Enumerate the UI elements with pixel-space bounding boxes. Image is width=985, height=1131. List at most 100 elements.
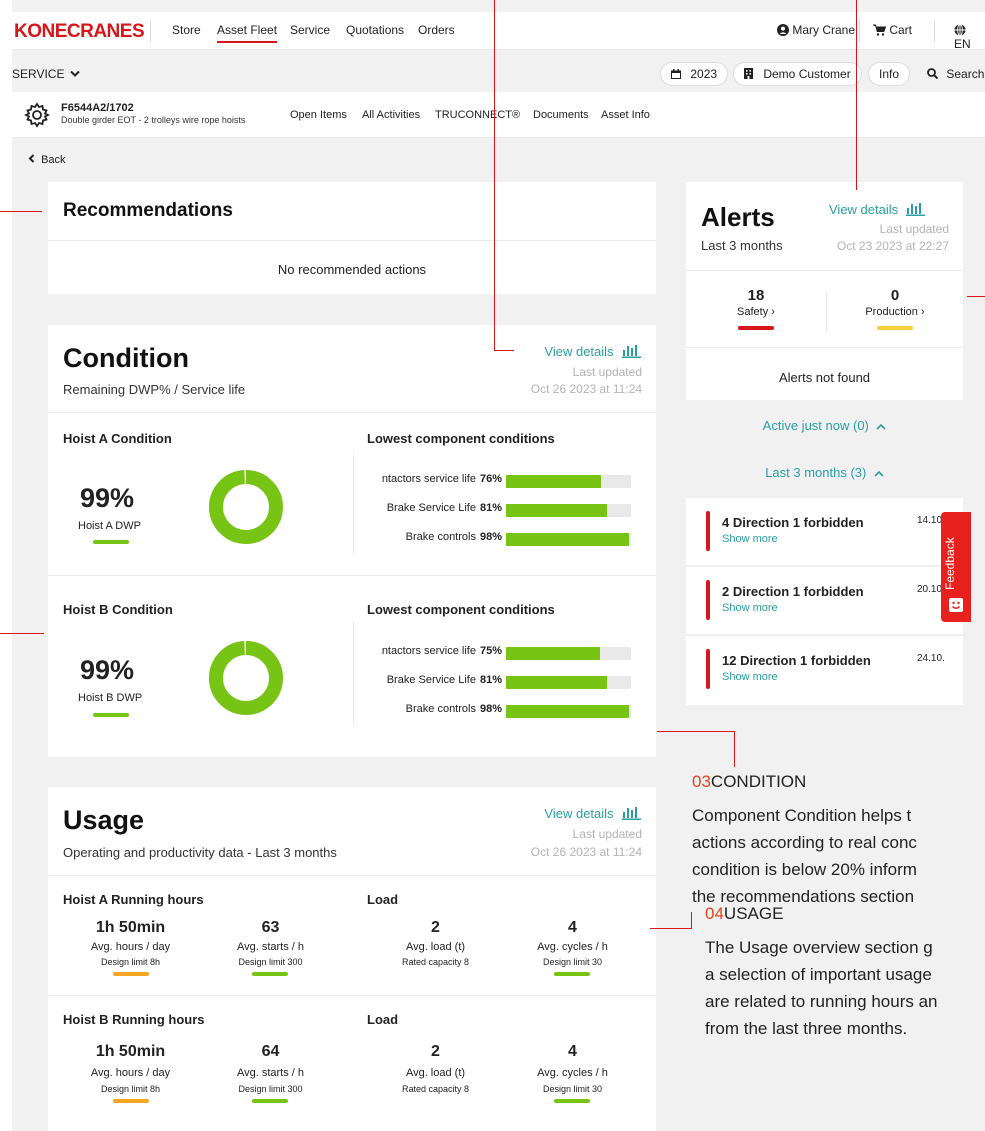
feedback-label: Feedback <box>943 537 957 590</box>
donut-value-arc <box>209 641 283 715</box>
component-value: 81% <box>479 674 502 686</box>
feedback-tab[interactable]: Feedback <box>941 512 971 622</box>
alert-show-more[interactable]: Show more <box>722 671 778 683</box>
info-button[interactable]: Info <box>868 62 911 86</box>
annotation-condition-line: condition is below 20% inform <box>692 860 917 879</box>
component-bar-track <box>506 504 631 517</box>
tab-truconnect[interactable]: TRUCONNECT® <box>435 109 520 121</box>
component-bar-fill <box>506 647 600 660</box>
service-bar: SERVICE 2023 Demo Customer Info Search <box>12 57 985 91</box>
alert-title: 12 Direction 1 forbidden <box>722 653 871 668</box>
annotation-usage-line: a selection of important usage <box>705 965 932 984</box>
component-bar-fill <box>506 705 629 718</box>
tab-all-activities[interactable]: All Activities <box>362 109 420 121</box>
hoist-a-status-bar <box>93 540 129 544</box>
chevron-up-icon <box>874 470 884 477</box>
annotation-number: 04 <box>705 904 724 923</box>
callout-line <box>0 633 44 634</box>
condition-card: Condition Remaining DWP% / Service life … <box>48 325 656 757</box>
alert-item[interactable]: 4 Direction 1 forbidden Show more 14.10. <box>686 497 963 565</box>
usage-last-updated: Oct 26 2023 at 11:24 <box>530 845 642 859</box>
hoist-b-hours-value: 1h 50min <box>95 1043 166 1060</box>
language-selector[interactable]: EN <box>954 23 985 51</box>
condition-view-details[interactable]: View details <box>544 343 642 361</box>
service-menu[interactable]: SERVICE <box>12 67 80 81</box>
tab-documents[interactable]: Documents <box>533 109 589 121</box>
annotation-number: 03 <box>692 772 711 791</box>
alerts-view-details[interactable]: View details <box>829 201 926 219</box>
nav-service[interactable]: Service <box>290 23 330 37</box>
year-selector[interactable]: 2023 <box>660 62 729 86</box>
hoist-b-starts-limit: Design limit 300 <box>238 1084 303 1094</box>
language-label: EN <box>954 37 971 51</box>
nav-quotations[interactable]: Quotations <box>346 23 404 37</box>
gear-icon <box>24 102 50 128</box>
hoist-b-starts-label: Avg. starts / h <box>236 1067 305 1079</box>
nav-store[interactable]: Store <box>172 23 201 37</box>
konecranes-logo[interactable]: KONECRANES <box>14 21 145 43</box>
hoist-b-cycles-value: 4 <box>568 1043 577 1060</box>
divider <box>934 20 935 42</box>
alert-title: 2 Direction 1 forbidden <box>722 584 864 599</box>
component-label: ntactors service life 75% <box>348 645 502 657</box>
customer-label: Demo Customer <box>763 67 851 81</box>
component-label: Brake controls 98% <box>348 703 502 715</box>
hoist-a-hours-limit: Design limit 8h <box>100 957 161 967</box>
cart-icon <box>873 24 887 36</box>
divider <box>48 240 656 241</box>
annotation-condition-heading: 03CONDITION <box>692 772 806 792</box>
calendar-icon <box>671 69 681 79</box>
year-label: 2023 <box>690 67 718 81</box>
recommendations-title: Recommendations <box>63 200 233 221</box>
hoist-b-running-title: Hoist B Running hours <box>63 1012 205 1027</box>
production-filter[interactable]: 0 Production › <box>827 287 963 330</box>
alerts-card: Alerts Last 3 months View details Last u… <box>686 182 963 400</box>
tab-asset-info[interactable]: Asset Info <box>601 109 650 121</box>
alert-severity-bar <box>706 580 710 620</box>
nav-asset-fleet[interactable]: Asset Fleet <box>217 23 278 43</box>
component-label: Brake Service Life 81% <box>348 502 502 514</box>
hoist-b-dwp-label: Hoist B DWP <box>78 692 143 704</box>
safety-filter[interactable]: 18 Safety › <box>686 287 826 330</box>
search-button[interactable]: Search <box>927 67 984 81</box>
globe-icon <box>954 24 966 36</box>
asset-description: Double girder EOT - 2 trolleys wire rope… <box>61 115 246 125</box>
user-menu[interactable]: Mary Crane <box>777 23 855 37</box>
production-status-bar <box>877 326 913 330</box>
hoist-a-load-title: Load <box>367 892 399 907</box>
search-icon <box>927 68 939 80</box>
active-alerts-label: Active just now (0) <box>762 418 869 433</box>
search-label: Search <box>946 67 985 81</box>
hoist-b-cycles-label: Avg. cycles / h <box>537 1067 608 1079</box>
hoist-b-load-label: Avg. load (t) <box>405 1067 466 1079</box>
tab-open-items[interactable]: Open Items <box>290 109 347 121</box>
cart-link[interactable]: Cart <box>873 23 912 37</box>
active-alerts-toggle[interactable]: Active just now (0) <box>686 417 963 435</box>
annotation-usage-line: from the last three months. <box>705 1019 908 1038</box>
alert-item[interactable]: 2 Direction 1 forbidden Show more 20.10. <box>686 566 963 634</box>
callout-line <box>734 731 735 767</box>
component-label: Brake controls 98% <box>348 531 502 543</box>
usage-view-details[interactable]: View details <box>544 805 642 823</box>
bar-chart-icon <box>622 807 641 820</box>
alert-item[interactable]: 12 Direction 1 forbidden Show more 24.10… <box>686 635 963 705</box>
bar-chart-icon <box>622 345 641 358</box>
nav-orders[interactable]: Orders <box>418 23 455 37</box>
customer-selector[interactable]: Demo Customer <box>733 62 862 86</box>
last-3-months-toggle[interactable]: Last 3 months (3) <box>686 464 963 482</box>
chevron-up-icon <box>876 423 886 430</box>
hoist-b-status-bar <box>93 713 129 717</box>
callout-line <box>494 0 495 351</box>
back-link[interactable]: Back <box>28 154 66 166</box>
component-bar-fill <box>506 676 608 689</box>
alert-severity-bar <box>706 511 710 551</box>
component-bar-track <box>506 475 631 488</box>
safety-label: Safety › <box>737 306 775 318</box>
hoist-b-starts-value: 64 <box>261 1043 280 1060</box>
alert-show-more[interactable]: Show more <box>722 533 778 545</box>
safety-count: 18 <box>747 287 765 304</box>
user-icon <box>777 24 789 36</box>
usage-card: Usage Operating and productivity data - … <box>48 787 656 1131</box>
hoist-a-load-value: 2 <box>431 919 440 936</box>
alert-show-more[interactable]: Show more <box>722 602 778 614</box>
